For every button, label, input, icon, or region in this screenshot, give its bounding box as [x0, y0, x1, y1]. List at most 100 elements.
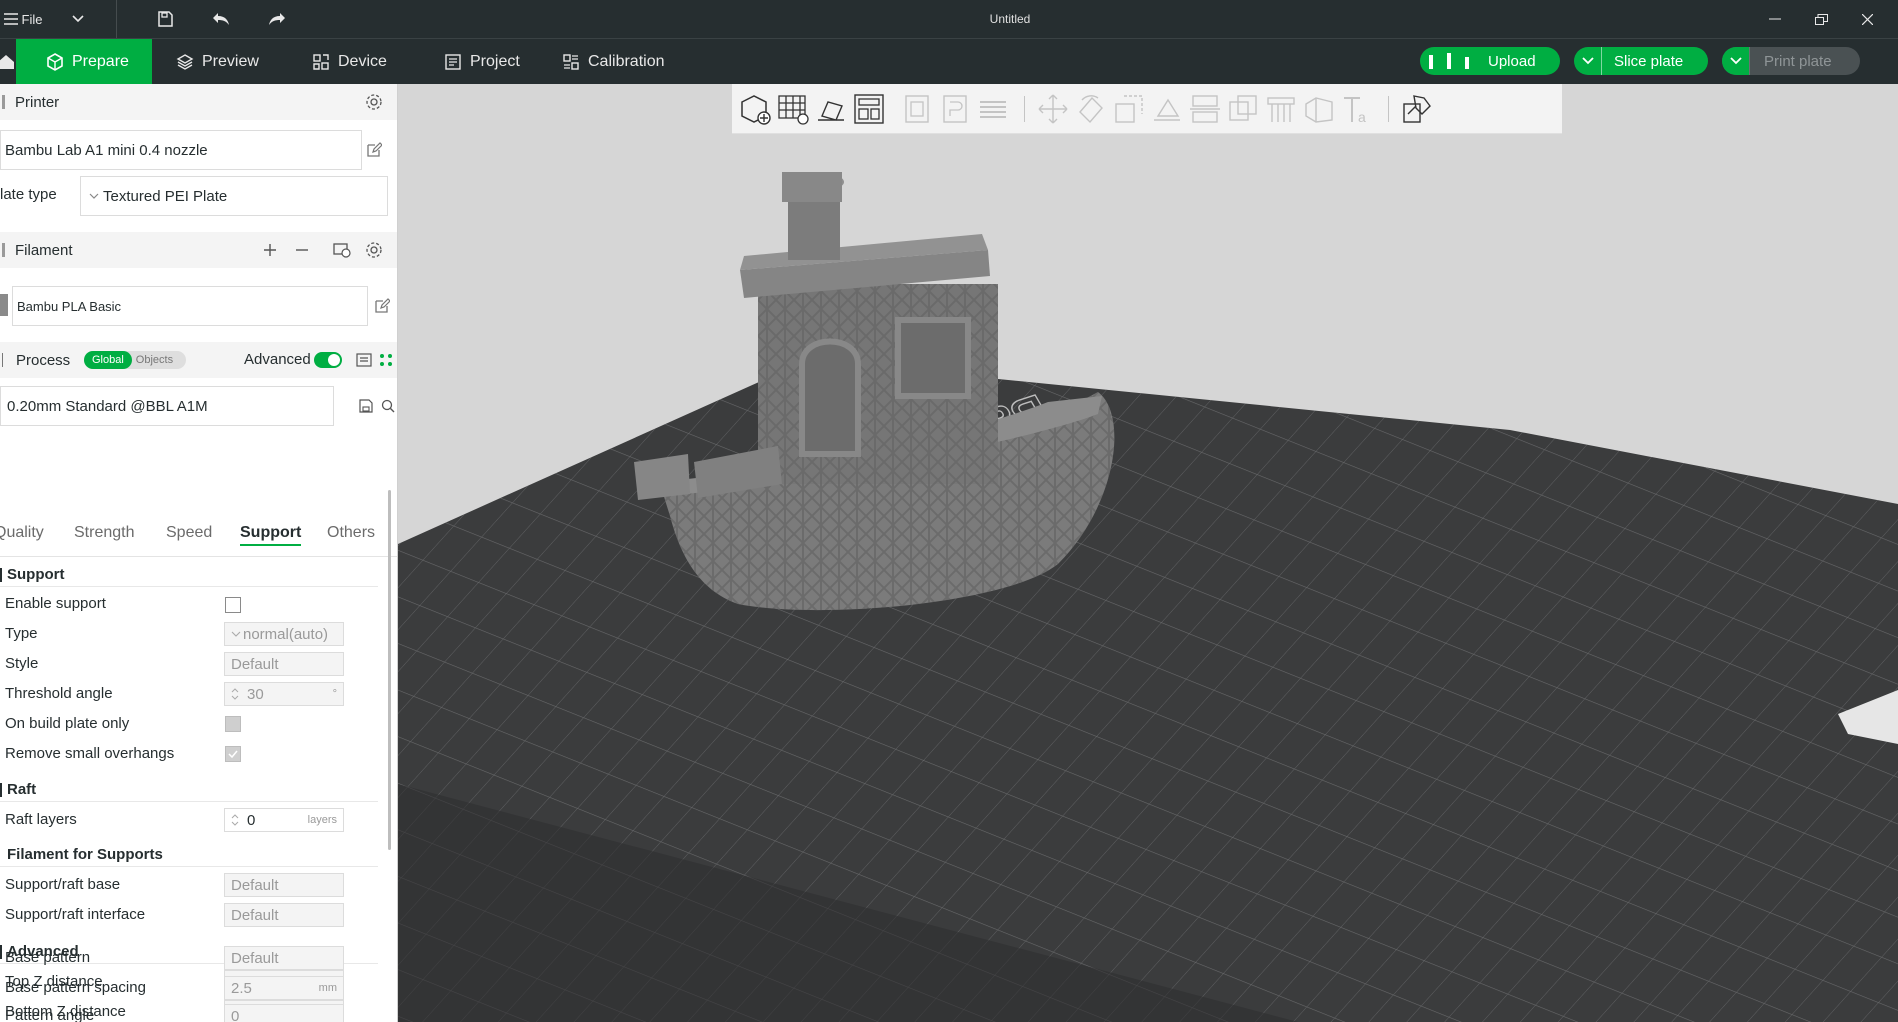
- tab-label: Project: [470, 52, 520, 70]
- menu-button[interactable]: File: [0, 0, 46, 38]
- plate-type-select[interactable]: Textured PEI Plate: [80, 176, 388, 216]
- check-icon: [228, 750, 238, 759]
- move-tool-button[interactable]: [1034, 90, 1072, 128]
- process-profile-select[interactable]: 0.20mm Standard @BBL A1M: [0, 386, 334, 426]
- print-plate-button[interactable]: Print plate: [1722, 47, 1860, 75]
- support-paint-button[interactable]: [1262, 90, 1300, 128]
- slice-dropdown[interactable]: [1574, 47, 1602, 75]
- tab-preview[interactable]: Preview: [176, 39, 259, 84]
- text-tool-button[interactable]: a: [1338, 90, 1376, 128]
- split-objects-button[interactable]: [898, 90, 936, 128]
- cut-tool-button[interactable]: [1186, 90, 1224, 128]
- printer-name: Bambu Lab A1 mini 0.4 nozzle: [5, 141, 208, 159]
- settings-panel: Printer Bambu Lab A1 mini 0.4 nozzle lat…: [0, 84, 398, 1022]
- bottom-z-input[interactable]: 0.2 mm: [224, 1000, 344, 1022]
- advanced-switch[interactable]: [314, 352, 342, 368]
- build-plate-only-checkbox[interactable]: [225, 716, 241, 732]
- boolean-icon: [1229, 95, 1257, 121]
- sync-icon: [333, 243, 351, 258]
- filament-bar-icon: [2, 243, 5, 257]
- scale-tool-button[interactable]: [1110, 90, 1148, 128]
- rotate-tool-button[interactable]: [1072, 90, 1110, 128]
- file-dropdown-button[interactable]: [66, 0, 90, 38]
- printer-select[interactable]: Bambu Lab A1 mini 0.4 nozzle: [0, 130, 362, 170]
- tab-project[interactable]: Project: [444, 39, 520, 84]
- slice-plate-button[interactable]: Slice plate: [1574, 47, 1708, 75]
- support-base-select[interactable]: Default: [224, 873, 344, 897]
- support-paint-icon: [1267, 97, 1295, 122]
- hamburger-icon: [3, 13, 18, 25]
- minimize-button[interactable]: [1760, 0, 1790, 38]
- tab-others[interactable]: Others: [327, 524, 375, 542]
- undo-button[interactable]: [206, 0, 236, 38]
- support-interface-select[interactable]: Default: [224, 903, 344, 927]
- remove-small-overhangs-checkbox[interactable]: [225, 746, 241, 762]
- filament-edit-button[interactable]: [372, 296, 392, 316]
- filament-select[interactable]: Bambu PLA Basic: [12, 286, 368, 326]
- add-filament-button[interactable]: [260, 240, 280, 260]
- tab-speed[interactable]: Speed: [166, 524, 212, 542]
- threshold-angle-unit: °: [332, 688, 337, 700]
- remove-filament-button[interactable]: [292, 240, 312, 260]
- upload-progress-icon: [1420, 47, 1482, 75]
- process-compare-button[interactable]: [376, 350, 396, 370]
- lay-on-face-button[interactable]: [1148, 90, 1186, 128]
- filament-section-label: Filament: [15, 241, 73, 259]
- raft-layers-value: 0: [247, 811, 256, 829]
- upload-button[interactable]: Upload: [1420, 47, 1560, 75]
- home-button[interactable]: [0, 39, 16, 84]
- threshold-angle-spinner[interactable]: 30 °: [224, 682, 344, 706]
- top-z-input[interactable]: 0.2 mm: [224, 970, 344, 994]
- add-plate-button[interactable]: [774, 90, 812, 128]
- tab-quality[interactable]: Quality: [0, 524, 44, 542]
- filament-name: Bambu PLA Basic: [17, 298, 122, 314]
- auto-orient-button[interactable]: [812, 90, 850, 128]
- split-parts-icon: [943, 95, 967, 123]
- raft-layers-spinner[interactable]: 0 layers: [224, 808, 344, 832]
- assembly-icon: [1403, 95, 1431, 123]
- support-style-label: Style: [5, 655, 39, 672]
- global-toggle-option[interactable]: Global: [84, 351, 132, 369]
- save-profile-button[interactable]: [356, 396, 376, 416]
- search-settings-button[interactable]: [378, 396, 397, 416]
- sync-filament-button[interactable]: [332, 240, 352, 260]
- process-list-button[interactable]: [354, 350, 374, 370]
- close-button[interactable]: [1852, 0, 1882, 38]
- object-toolbar: a: [732, 84, 1562, 134]
- split-objects-icon: [905, 95, 929, 123]
- enable-support-checkbox[interactable]: [225, 597, 241, 613]
- restore-button[interactable]: [1806, 0, 1836, 38]
- file-menu-label: File: [21, 11, 43, 27]
- seam-paint-button[interactable]: [1300, 90, 1338, 128]
- boolean-tool-button[interactable]: [1224, 90, 1262, 128]
- filament-settings-button[interactable]: [364, 240, 384, 260]
- support-group-label: Support: [7, 566, 65, 583]
- printer-edit-button[interactable]: [364, 140, 384, 160]
- printer-settings-button[interactable]: [364, 92, 384, 112]
- filament-color-swatch[interactable]: [0, 294, 8, 316]
- split-parts-button[interactable]: [936, 90, 974, 128]
- arrange-button[interactable]: [850, 90, 888, 128]
- support-style-select[interactable]: Default: [224, 652, 344, 676]
- add-object-button[interactable]: [736, 90, 774, 128]
- tab-calibration[interactable]: Calibration: [562, 39, 664, 84]
- threshold-angle-label: Threshold angle: [5, 685, 113, 702]
- panel-scrollbar[interactable]: [388, 490, 391, 850]
- plate-type-label: late type: [0, 186, 57, 203]
- assembly-view-button[interactable]: [1398, 90, 1436, 128]
- save-button[interactable]: [150, 0, 180, 38]
- printer-section-header: Printer: [0, 84, 397, 120]
- tab-prepare[interactable]: Prepare: [16, 39, 152, 84]
- tab-support[interactable]: Support: [240, 524, 302, 546]
- print-dropdown[interactable]: [1722, 47, 1750, 75]
- plate-type-value: Textured PEI Plate: [103, 187, 228, 205]
- tab-strength[interactable]: Strength: [74, 524, 134, 542]
- objects-toggle-option[interactable]: Objects: [132, 351, 177, 369]
- layers-button[interactable]: [974, 90, 1012, 128]
- tab-device[interactable]: Device: [312, 39, 387, 84]
- auto-orient-icon: [818, 101, 844, 121]
- redo-button[interactable]: [262, 0, 292, 38]
- 3d-viewport[interactable]: Bambu Textured: [398, 84, 1898, 1022]
- global-objects-toggle[interactable]: Global Objects: [84, 351, 186, 369]
- support-type-select[interactable]: normal(auto): [224, 622, 344, 646]
